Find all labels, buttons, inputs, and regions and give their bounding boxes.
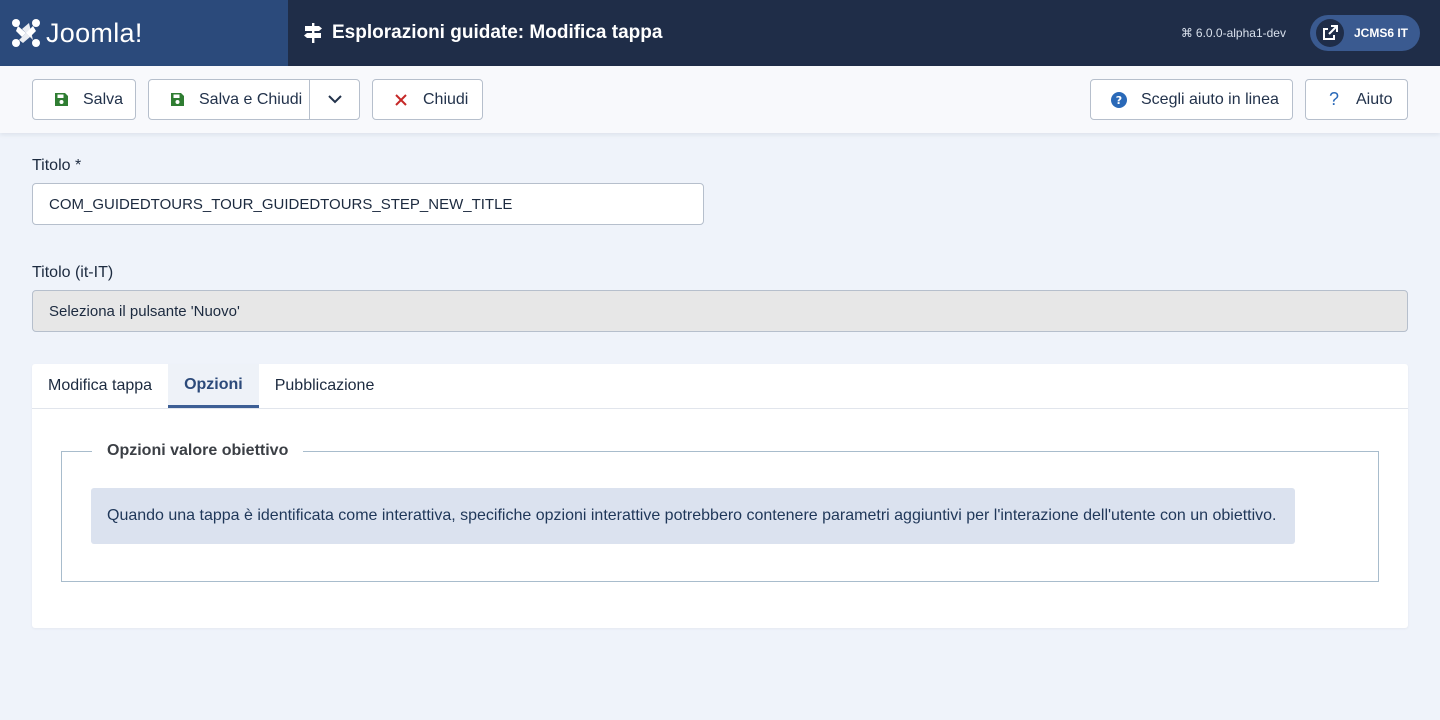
site-name: JCMS6 IT — [1353, 26, 1408, 40]
close-icon — [391, 93, 411, 106]
floppy-disk-icon — [51, 92, 71, 107]
toolbar: Salva Salva e Chiudi Chiudi ? Scegli aiu… — [0, 66, 1440, 133]
close-label: Chiudi — [423, 90, 469, 108]
choose-help-label: Scegli aiuto in linea — [1141, 90, 1279, 108]
title-lang-label: Titolo (it-IT) — [32, 264, 114, 281]
version-text: 6.0.0-alpha1-dev — [1195, 26, 1286, 40]
help-label: Aiuto — [1356, 90, 1393, 108]
title-label: Titolo * — [32, 157, 82, 174]
info-alert: Quando una tappa è identificata come int… — [91, 488, 1295, 544]
tab-label: Modifica tappa — [48, 377, 153, 394]
save-close-label: Salva e Chiudi — [199, 90, 303, 108]
external-link-icon — [1315, 19, 1344, 47]
chevron-down-icon — [327, 95, 342, 104]
svg-text:?: ? — [1116, 94, 1122, 107]
tab-options[interactable]: Opzioni — [168, 364, 259, 408]
close-button[interactable]: Chiudi — [372, 79, 483, 120]
tab-label: Opzioni — [184, 375, 243, 393]
tab-publishing[interactable]: Pubblicazione — [259, 364, 391, 408]
target-options-fieldset: Opzioni valore obiettivo Quando una tapp… — [61, 442, 1379, 582]
help-button[interactable]: ? Aiuto — [1305, 79, 1408, 120]
brand-name: Joomla! — [46, 17, 143, 48]
joomla-logo-icon — [12, 19, 40, 47]
fieldset-legend: Opzioni valore obiettivo — [107, 442, 289, 459]
tab-list: Modifica tappa Opzioni Pubblicazione — [32, 364, 1408, 409]
signpost-icon — [304, 23, 322, 43]
page-heading: Esplorazioni guidate: Modifica tappa — [304, 22, 662, 44]
version-info: ⌘ 6.0.0-alpha1-dev — [1181, 26, 1286, 40]
tab-edit-step[interactable]: Modifica tappa — [32, 364, 168, 408]
title-input-value: COM_GUIDEDTOURS_TOUR_GUIDEDTOURS_STEP_NE… — [49, 195, 513, 213]
save-button[interactable]: Salva — [32, 79, 136, 120]
page-title: Esplorazioni guidate: Modifica tappa — [332, 22, 663, 43]
title-input[interactable]: COM_GUIDEDTOURS_TOUR_GUIDEDTOURS_STEP_NE… — [32, 183, 704, 225]
save-label: Salva — [83, 90, 124, 108]
joomla-small-icon: ⌘ — [1180, 26, 1193, 40]
floppy-disk-icon — [167, 92, 187, 107]
save-dropdown-toggle[interactable] — [309, 80, 359, 119]
app-header: Joomla! Esplorazioni guidate: Modifica t… — [0, 0, 1440, 66]
save-close-button[interactable]: Salva e Chiudi — [148, 79, 360, 120]
title-lang-field: Seleziona il pulsante 'Nuovo' — [32, 290, 1408, 332]
tab-label: Pubblicazione — [274, 377, 375, 394]
title-lang-value: Seleziona il pulsante 'Nuovo' — [49, 302, 240, 320]
question-icon: ? — [1328, 89, 1339, 109]
view-site-button[interactable]: JCMS6 IT — [1309, 15, 1420, 51]
tabs-card: Modifica tappa Opzioni Pubblicazione Opz… — [32, 364, 1408, 628]
choose-online-help-button[interactable]: ? Scegli aiuto in linea — [1090, 79, 1293, 120]
brand[interactable]: Joomla! — [0, 0, 288, 66]
question-circle-icon: ? — [1109, 91, 1129, 108]
info-alert-text: Quando una tappa è identificata come int… — [107, 507, 1277, 524]
